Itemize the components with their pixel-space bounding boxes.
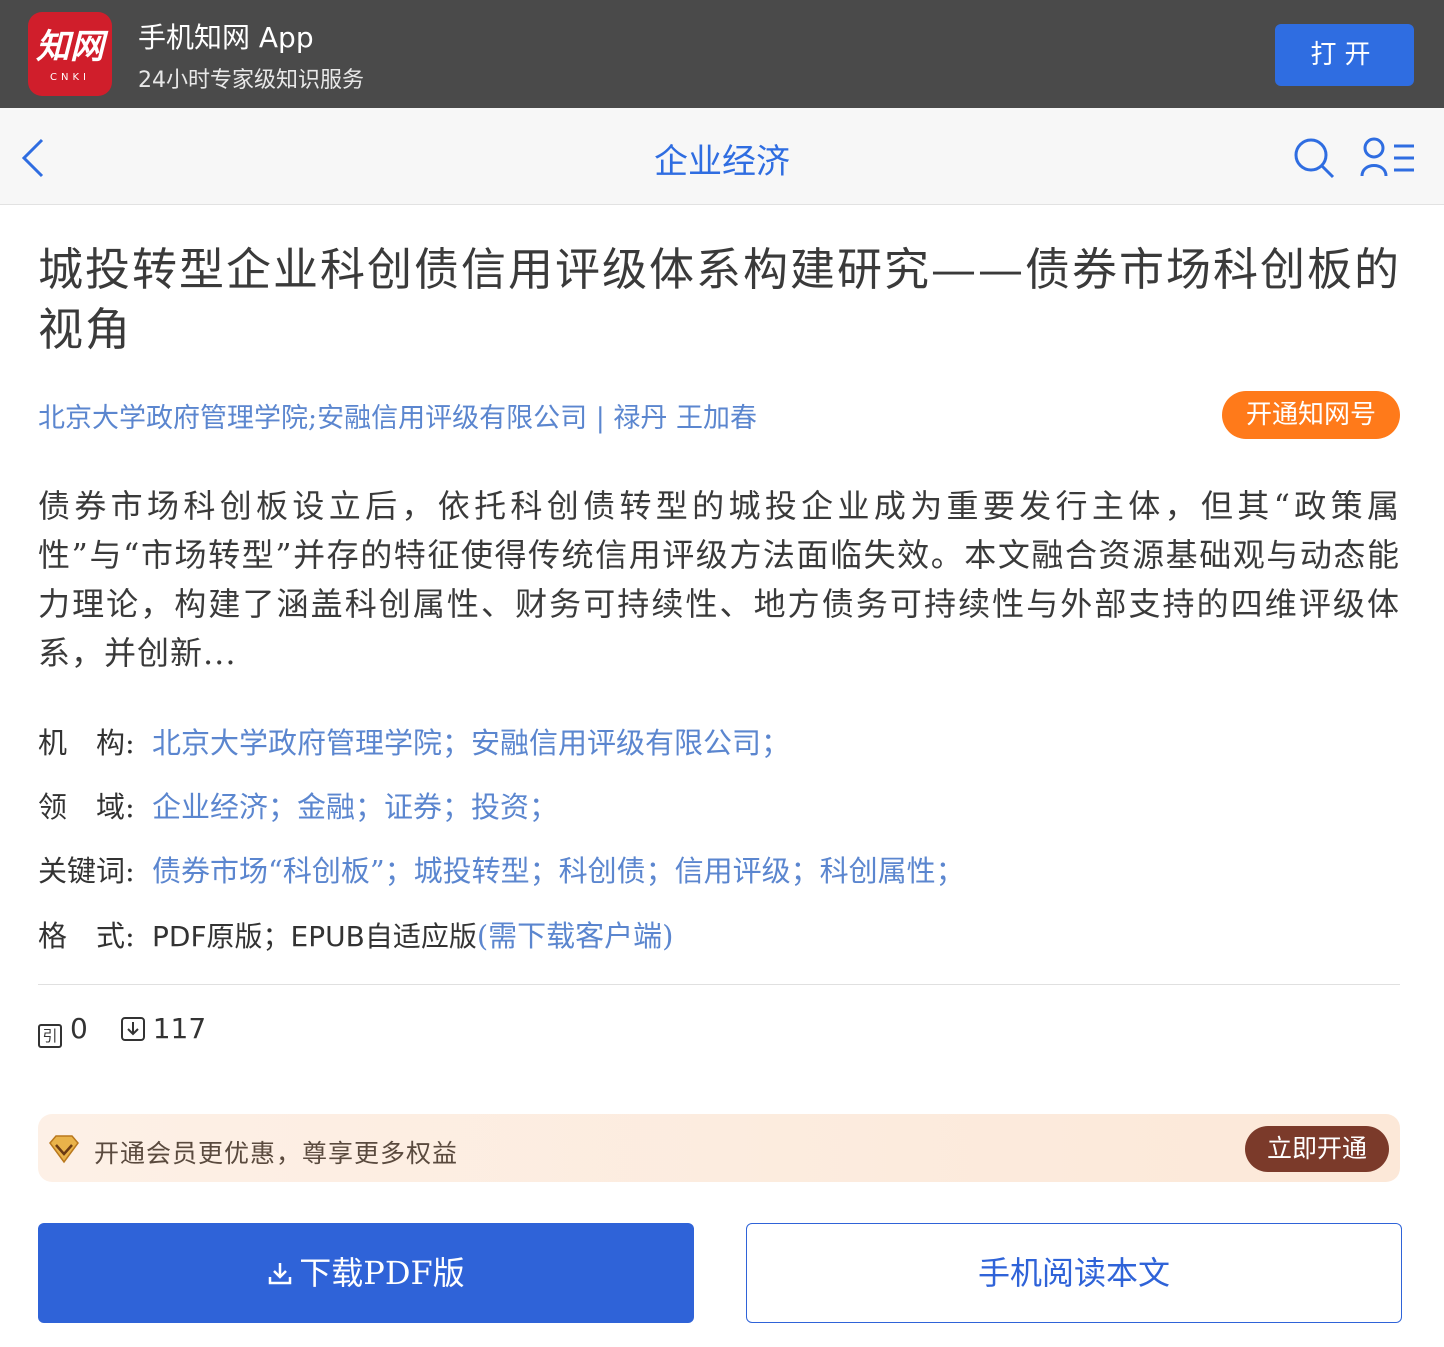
download-icon (269, 1263, 292, 1285)
search-icon[interactable] (1292, 136, 1336, 180)
meta-institution: 机 构: 北京大学政府管理学院；安融信用评级有限公司； (38, 720, 1400, 762)
field-value[interactable]: 企业经济；金融；证券；投资； (152, 790, 558, 824)
open-app-button[interactable]: 打开 (1275, 24, 1414, 86)
membership-promo-bar: 开通会员更优惠，尊享更多权益 立即开通 (38, 1114, 1400, 1182)
logo-mark: 知网 (36, 27, 104, 67)
download-pdf-label: 下载PDF版 (299, 1254, 465, 1292)
app-slogan: 24小时专家级知识服务 (138, 68, 364, 93)
author-separator: | (595, 403, 605, 434)
app-name: 手机知网 App (138, 21, 314, 54)
institution-label: 机 构: (38, 726, 135, 760)
article-abstract: 债券市场科创板设立后，依托科创债转型的城投企业成为重要发行主体，但其“政策属性”… (38, 487, 1400, 672)
diamond-icon (49, 1135, 79, 1164)
read-on-phone-button[interactable]: 手机阅读本文 (746, 1223, 1402, 1323)
meta-keywords: 关键词: 债券市场“科创板”；城投转型；科创债；信用评级；科创属性； (38, 848, 1400, 890)
user-menu-icon[interactable] (1360, 136, 1420, 180)
field-label: 领 域: (38, 790, 135, 824)
open-cnki-account-button[interactable]: 开通知网号 (1222, 391, 1400, 439)
keywords-label: 关键词: (38, 854, 135, 888)
app-download-banner: 知网 CNKI 手机知网 App 24小时专家级知识服务 打开 (0, 0, 1444, 108)
stats-row: 引0 117 (38, 1012, 230, 1048)
page-title: 企业经济 (654, 142, 790, 182)
nav-bar: 企业经济 (0, 108, 1444, 205)
institutions-link[interactable]: 北京大学政府管理学院;安融信用评级有限公司 (38, 403, 587, 434)
keywords-value[interactable]: 债券市场“科创板”；城投转型；科创债；信用评级；科创属性； (152, 854, 965, 888)
download-count-icon (120, 1017, 145, 1041)
logo-sub: CNKI (50, 72, 90, 83)
citation-count: 0 (70, 1012, 88, 1045)
author-line: 北京大学政府管理学院;安融信用评级有限公司 | 禄丹 王加春 (38, 396, 1138, 435)
authors-link[interactable]: 禄丹 王加春 (613, 403, 757, 434)
meta-format: 格 式: PDF原版；EPUB自适应版(需下载客户端) (38, 913, 1400, 955)
format-client-link[interactable]: (需下载客户端) (477, 919, 674, 953)
format-value: PDF原版；EPUB自适应版 (152, 920, 477, 953)
divider (38, 984, 1400, 985)
open-membership-button[interactable]: 立即开通 (1245, 1126, 1389, 1172)
article-title: 城投转型企业科创债信用评级体系构建研究——债券市场科创板的视角 (38, 243, 1402, 356)
cnki-logo: 知网 CNKI (28, 12, 112, 96)
institution-value[interactable]: 北京大学政府管理学院；安融信用评级有限公司； (152, 726, 790, 760)
download-pdf-button[interactable]: 下载PDF版 (38, 1223, 694, 1323)
format-label: 格 式: (38, 919, 135, 953)
download-count: 117 (152, 1012, 207, 1045)
meta-field: 领 域: 企业经济；金融；证券；投资； (38, 784, 1400, 826)
membership-promo-text: 开通会员更优惠，尊享更多权益 (94, 1139, 459, 1168)
citation-icon: 引 (38, 1024, 62, 1048)
